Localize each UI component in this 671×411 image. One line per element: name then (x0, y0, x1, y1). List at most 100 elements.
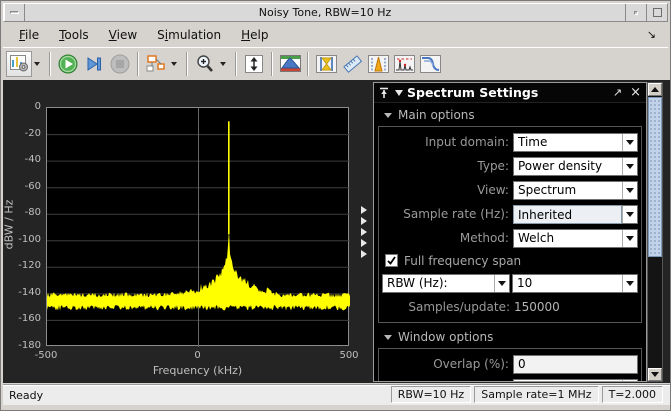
menu-simulation[interactable]: Simulation (147, 26, 231, 44)
simulink-model-button[interactable] (143, 51, 169, 77)
x-tick-label: 0 (194, 350, 201, 361)
section-window-options[interactable]: Window options (374, 327, 646, 347)
collapse-arrow-icon[interactable] (361, 239, 367, 247)
view-label: View: (477, 183, 509, 197)
toolbar-separator (235, 51, 237, 76)
menu-bar: File Tools View Simulation Help ↘ (3, 24, 668, 46)
ruler-measurements-icon (342, 54, 363, 73)
dropdown-arrow-icon[interactable] (622, 157, 637, 175)
spectrum-settings-panel: Spectrum Settings ↗ × Main options Input… (373, 82, 647, 382)
section-main-options[interactable]: Main options (374, 105, 646, 125)
method-dropdown[interactable]: Welch (512, 228, 638, 248)
toolbar-separator (137, 51, 139, 76)
method-value: Welch (517, 230, 555, 245)
y-tick-label: -140 (18, 286, 41, 298)
fit-view-button[interactable] (241, 51, 267, 77)
full-span-checkbox[interactable] (385, 254, 398, 267)
menubar-overflow-arrow-icon[interactable]: ↘ (647, 28, 656, 41)
spectrum-analyzer-window: Noisy Tone, RBW=10 Hz File Tools View Simul… (0, 0, 671, 411)
dropdown-arrow-icon[interactable] (622, 275, 637, 292)
toolbar (3, 47, 668, 79)
simulink-model-dropdown-arrow-icon[interactable] (171, 61, 177, 66)
dropdown-arrow-icon[interactable] (622, 379, 637, 381)
zoom-in-dropdown-arrow-icon[interactable] (220, 61, 226, 66)
title-bar[interactable]: Noisy Tone, RBW=10 Hz (3, 3, 668, 22)
section-collapse-icon (384, 334, 392, 340)
toolbar-separator (49, 51, 51, 76)
panel-splitter[interactable] (357, 206, 371, 258)
peak-finder-icon (367, 54, 389, 73)
undock-icon[interactable]: ↗ (613, 86, 622, 99)
zoom-in-button[interactable] (192, 51, 218, 77)
x-tick-label: -500 (34, 350, 58, 361)
ruler-measurements-button[interactable] (339, 51, 365, 77)
scope-settings-button[interactable] (6, 50, 32, 77)
input-domain-label: Input domain: (425, 135, 509, 149)
rbw-selector-dropdown[interactable]: RBW (Hz): (382, 274, 510, 293)
settings-header: Spectrum Settings ↗ × (374, 83, 646, 103)
y-tick-label: -20 (24, 127, 41, 139)
maximize-button[interactable] (646, 4, 667, 21)
x-axis-label: Frequency (kHz) (152, 364, 243, 377)
stop-icon (110, 54, 130, 74)
spectrum-trace (47, 108, 350, 347)
peak-finder-button[interactable] (365, 51, 391, 77)
sample-rate-label: Sample rate (Hz): (403, 207, 509, 221)
menu-view[interactable]: View (99, 26, 147, 44)
dropdown-arrow-icon[interactable] (494, 275, 509, 292)
spectral-mask-button[interactable] (417, 51, 443, 77)
dropdown-arrow-icon[interactable] (622, 133, 637, 151)
menu-file[interactable]: File (9, 26, 49, 44)
settings-scrollbar[interactable] (647, 82, 663, 382)
fit-view-icon (244, 54, 264, 74)
scrollbar-thumb[interactable] (648, 97, 662, 257)
view-dropdown[interactable]: Spectrum (512, 180, 638, 200)
close-panel-icon[interactable]: × (630, 85, 641, 100)
collapse-arrow-icon[interactable] (361, 206, 367, 214)
y-tick-label: -120 (18, 260, 41, 272)
scroll-down-button[interactable] (648, 368, 662, 381)
collapse-arrow-icon[interactable] (361, 250, 367, 258)
status-field: T=2.000 (601, 386, 663, 403)
spectrum-display-button[interactable] (277, 51, 303, 77)
input-domain-value: Time (517, 134, 548, 149)
menu-help[interactable]: Help (231, 26, 278, 44)
dropdown-arrow-icon[interactable] (622, 205, 637, 223)
sample-rate-row: Sample rate (Hz): Inherited (382, 202, 638, 226)
run-button[interactable] (55, 51, 81, 77)
menu-tools[interactable]: Tools (49, 26, 99, 44)
type-dropdown[interactable]: Power density (512, 156, 638, 176)
y-tick-label: 0 (34, 101, 41, 112)
collapse-panel-icon[interactable] (395, 89, 403, 96)
input-domain-row: Input domain: Time (382, 130, 638, 154)
full-frequency-span-row: Full frequency span (382, 250, 638, 271)
window-dropdown[interactable]: Hann (512, 378, 638, 381)
x-tick-label: 500 (339, 350, 359, 361)
dropdown-arrow-icon[interactable] (622, 229, 637, 247)
overlap-textfield[interactable]: 0 (512, 354, 638, 374)
status-bar: Ready RBW=10 Hz Sample rate=1 MHz T=2.000 (3, 384, 670, 405)
sample-rate-combo[interactable]: Inherited (512, 204, 638, 224)
toolbar-separator (307, 51, 309, 76)
distortion-measurements-button[interactable] (391, 51, 417, 77)
rbw-value-combo[interactable]: 10 (512, 274, 638, 293)
minimize-icon (634, 10, 638, 15)
scope-settings-dropdown-arrow-icon[interactable] (34, 61, 40, 66)
plot-canvas[interactable] (46, 107, 350, 347)
rbw-row: RBW (Hz): 10 (382, 271, 638, 296)
dropdown-arrow-icon[interactable] (622, 181, 637, 199)
dock-pin-icon[interactable] (379, 87, 389, 99)
collapse-arrow-icon[interactable] (361, 228, 367, 236)
run-icon (58, 54, 78, 74)
minimize-button[interactable] (625, 4, 646, 21)
type-value: Power density (517, 158, 603, 173)
cursor-measurements-button[interactable] (313, 51, 339, 77)
step-forward-button[interactable] (81, 51, 107, 77)
toolbar-separator (186, 51, 188, 76)
collapse-arrow-icon[interactable] (361, 217, 367, 225)
spectral-mask-icon (419, 54, 441, 73)
input-domain-dropdown[interactable]: Time (512, 132, 638, 152)
maximize-icon (652, 8, 662, 17)
window-menu-button[interactable] (4, 4, 25, 21)
scroll-up-button[interactable] (648, 83, 662, 96)
